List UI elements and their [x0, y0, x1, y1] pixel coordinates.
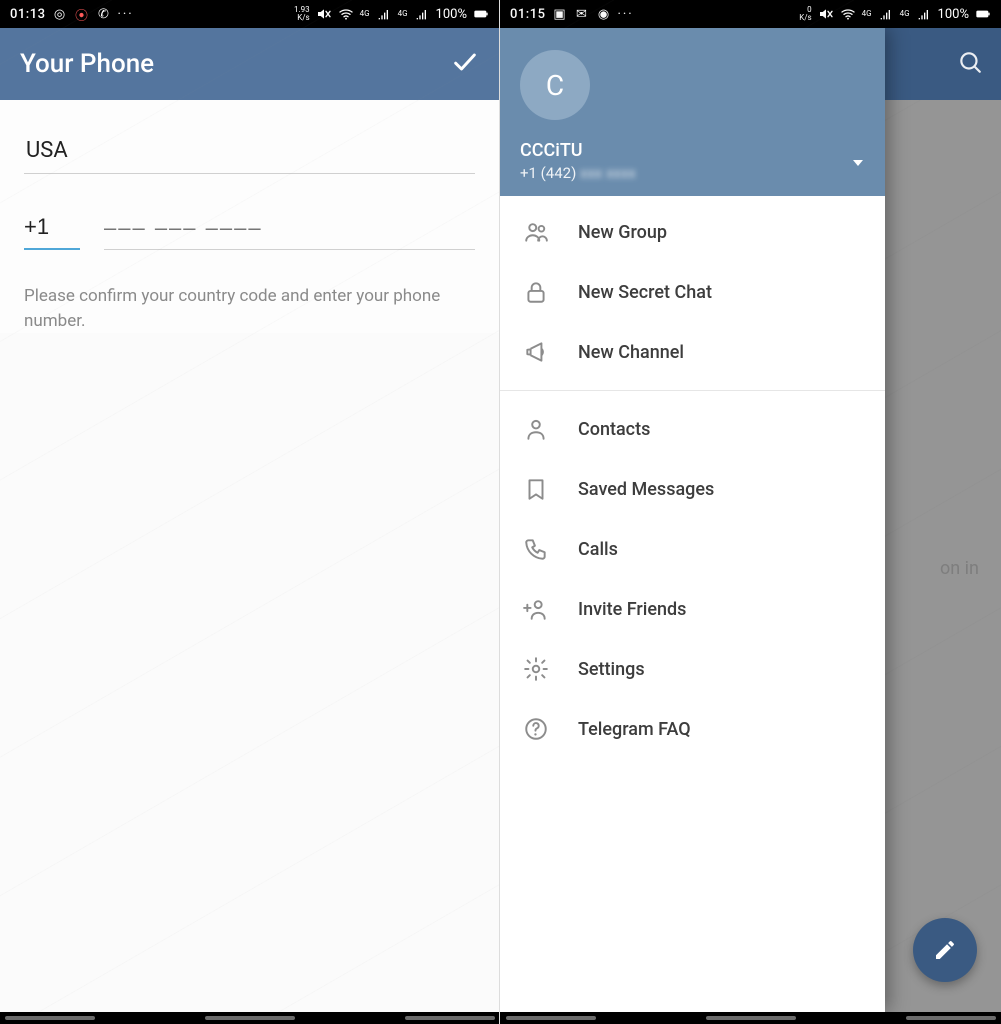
drawer-header[interactable]: C CCCiTU +1 (442) xxx xxxx	[500, 28, 885, 196]
screen-your-phone: 01:13 ◎ ⦿ ✆ ··· 1.93 K/s 4G 4G 100% Your…	[0, 0, 500, 1024]
chevron-down-icon	[851, 156, 865, 170]
help-icon	[522, 715, 550, 743]
android-nav-bar	[500, 1012, 1001, 1024]
status-bar: 01:15 ▣ ✉ ◉ ··· 0 K/s 4G 4G 100%	[500, 0, 1001, 28]
background-text-fragment: on in	[940, 558, 979, 579]
status-mail-icon: ✉	[573, 6, 589, 22]
appbar: Your Phone	[0, 28, 499, 100]
status-rec-icon: ⦿	[73, 6, 89, 22]
check-icon	[451, 48, 479, 76]
drawer-divider	[500, 390, 885, 391]
drawer-item-new-group[interactable]: New Group	[500, 202, 885, 262]
drawer-item-label: Contacts	[578, 419, 650, 440]
signal-icon	[376, 6, 392, 22]
status-4g-2: 4G	[398, 10, 408, 18]
mute-icon	[316, 6, 332, 22]
group-icon	[522, 218, 550, 246]
page-title: Your Phone	[20, 49, 154, 79]
search-icon	[957, 49, 983, 75]
wifi-icon	[840, 6, 856, 22]
screen-drawer-open: 01:15 ▣ ✉ ◉ ··· 0 K/s 4G 4G 100% on in	[500, 0, 1001, 1024]
drawer-item-new-channel[interactable]: New Channel	[500, 322, 885, 382]
status-4g-2: 4G	[900, 10, 910, 18]
status-battery-pct: 100%	[436, 7, 467, 22]
drawer-item-new-secret-chat[interactable]: New Secret Chat	[500, 262, 885, 322]
drawer-item-label: New Group	[578, 222, 667, 243]
status-netspeed: 1.93 K/s	[294, 6, 310, 22]
confirm-button[interactable]	[451, 48, 479, 80]
pencil-icon	[933, 938, 957, 962]
drawer-item-saved-messages[interactable]: Saved Messages	[500, 459, 885, 519]
gear-icon	[522, 655, 550, 683]
bookmark-icon	[522, 475, 550, 503]
drawer-item-telegram-faq[interactable]: Telegram FAQ	[500, 699, 885, 759]
android-nav-bar	[0, 1012, 499, 1024]
mute-icon	[818, 6, 834, 22]
lock-icon	[522, 278, 550, 306]
navigation-drawer: C CCCiTU +1 (442) xxx xxxx New GroupNew …	[500, 28, 885, 1012]
signal-icon	[878, 6, 894, 22]
avatar-initial: C	[546, 69, 564, 102]
drawer-item-calls[interactable]: Calls	[500, 519, 885, 579]
drawer-item-label: Settings	[578, 659, 645, 680]
country-selector[interactable]: USA	[24, 124, 475, 174]
status-phone-off-icon: ✆	[95, 6, 111, 22]
compose-fab[interactable]	[913, 918, 977, 982]
drawer-item-settings[interactable]: Settings	[500, 639, 885, 699]
drawer-item-label: Telegram FAQ	[578, 719, 691, 740]
wifi-icon	[338, 6, 354, 22]
status-more-icon: ···	[617, 7, 633, 22]
status-chat-icon: ◉	[595, 6, 611, 22]
account-switcher[interactable]	[851, 155, 865, 174]
phone-icon	[522, 535, 550, 563]
drawer-phone: +1 (442) xxx xxxx	[520, 164, 865, 182]
person-icon	[522, 415, 550, 443]
helper-text: Please confirm your country code and ent…	[24, 284, 475, 333]
status-4g-1: 4G	[360, 10, 370, 18]
drawer-item-label: Invite Friends	[578, 599, 686, 620]
battery-icon	[473, 6, 489, 22]
drawer-username: CCCiTU	[520, 140, 865, 161]
status-time: 01:15	[510, 7, 545, 22]
search-button[interactable]	[957, 49, 983, 79]
battery-icon	[975, 6, 991, 22]
drawer-item-label: Calls	[578, 539, 618, 560]
signal-icon-2	[916, 6, 932, 22]
drawer-item-label: New Secret Chat	[578, 282, 712, 303]
megaphone-icon	[522, 338, 550, 366]
person-plus-icon	[522, 595, 550, 623]
status-more-icon: ···	[117, 7, 133, 22]
drawer-item-label: Saved Messages	[578, 479, 714, 500]
status-netspeed: 0 K/s	[799, 6, 811, 22]
status-time: 01:13	[10, 7, 45, 22]
status-4g-1: 4G	[862, 10, 872, 18]
avatar[interactable]: C	[520, 50, 590, 120]
status-battery-pct: 100%	[938, 7, 969, 22]
country-code-input[interactable]	[24, 208, 80, 250]
phone-number-input[interactable]	[104, 209, 475, 250]
status-bar: 01:13 ◎ ⦿ ✆ ··· 1.93 K/s 4G 4G 100%	[0, 0, 499, 28]
drawer-list: New Group New Secret Chat New Channel Conta…	[500, 196, 885, 1012]
drawer-item-contacts[interactable]: Contacts	[500, 399, 885, 459]
status-image-icon: ▣	[551, 6, 567, 22]
status-app-icon: ◎	[51, 6, 67, 22]
signal-icon-2	[414, 6, 430, 22]
drawer-item-label: New Channel	[578, 342, 684, 363]
drawer-item-invite-friends[interactable]: Invite Friends	[500, 579, 885, 639]
